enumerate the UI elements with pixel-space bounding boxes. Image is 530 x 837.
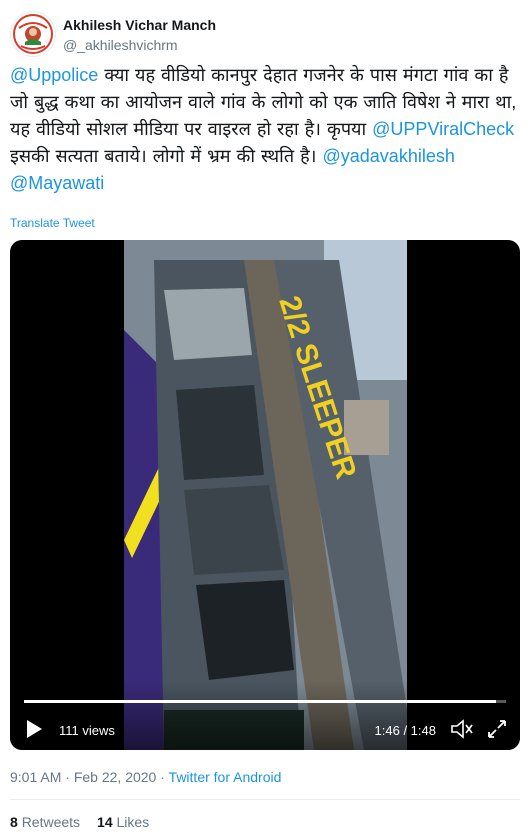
progress-bar[interactable] bbox=[24, 700, 506, 703]
mention-yadavakhilesh[interactable]: @yadavakhilesh bbox=[323, 146, 455, 166]
mention-uppolice[interactable]: @Uppolice bbox=[10, 65, 98, 85]
tweet-text-segment: इसकी सत्यता बताये। लोगो में भ्रम की स्थत… bbox=[10, 146, 323, 166]
author-display-name[interactable]: Akhilesh Vichar Manch bbox=[63, 16, 216, 34]
fullscreen-icon[interactable] bbox=[486, 718, 508, 740]
volume-icon[interactable] bbox=[450, 718, 474, 740]
tweet-header: Akhilesh Vichar Manch @_akhileshvichrm bbox=[10, 11, 520, 57]
meta-separator: · bbox=[156, 769, 169, 785]
video-time: 1:46 / 1:48 bbox=[374, 723, 436, 738]
controls-overlay bbox=[10, 680, 520, 750]
divider bbox=[10, 799, 520, 800]
likes-stat[interactable]: 14 Likes bbox=[97, 814, 149, 830]
tweet-source-app[interactable]: Twitter for Android bbox=[169, 769, 282, 785]
author-names: Akhilesh Vichar Manch @_akhileshvichrm bbox=[63, 16, 216, 54]
mention-uppviralcheck[interactable]: @UPPViralCheck bbox=[372, 119, 514, 139]
progress-fill bbox=[24, 700, 497, 703]
meta-separator: · bbox=[61, 769, 74, 785]
tweet-text: @Uppolice क्या यह वीडियो कानपुर देहात गज… bbox=[10, 62, 520, 197]
likes-count: 14 bbox=[97, 814, 113, 830]
video-player[interactable]: 2/2 SLEEPER 111 views 1:46 / 1:48 bbox=[10, 240, 520, 750]
play-icon[interactable] bbox=[24, 718, 44, 740]
avatar[interactable] bbox=[10, 11, 56, 57]
avatar-logo-icon bbox=[12, 13, 54, 55]
likes-label: Likes bbox=[116, 814, 150, 830]
retweets-label: Retweets bbox=[21, 814, 81, 830]
translate-tweet-link[interactable]: Translate Tweet bbox=[10, 216, 95, 230]
tweet-stats: 8 Retweets 14 Likes bbox=[10, 814, 149, 830]
tweet-time[interactable]: 9:01 AM bbox=[10, 769, 61, 785]
tweet-meta: 9:01 AM · Feb 22, 2020 · Twitter for And… bbox=[10, 769, 281, 785]
video-frame: 2/2 SLEEPER bbox=[124, 240, 407, 750]
author-handle[interactable]: @_akhileshvichrm bbox=[63, 36, 216, 54]
tweet-date[interactable]: Feb 22, 2020 bbox=[74, 769, 157, 785]
retweets-stat[interactable]: 8 Retweets bbox=[10, 814, 80, 830]
view-count: 111 views bbox=[59, 723, 115, 738]
retweets-count: 8 bbox=[10, 814, 18, 830]
mention-mayawati[interactable]: @Mayawati bbox=[10, 173, 104, 193]
